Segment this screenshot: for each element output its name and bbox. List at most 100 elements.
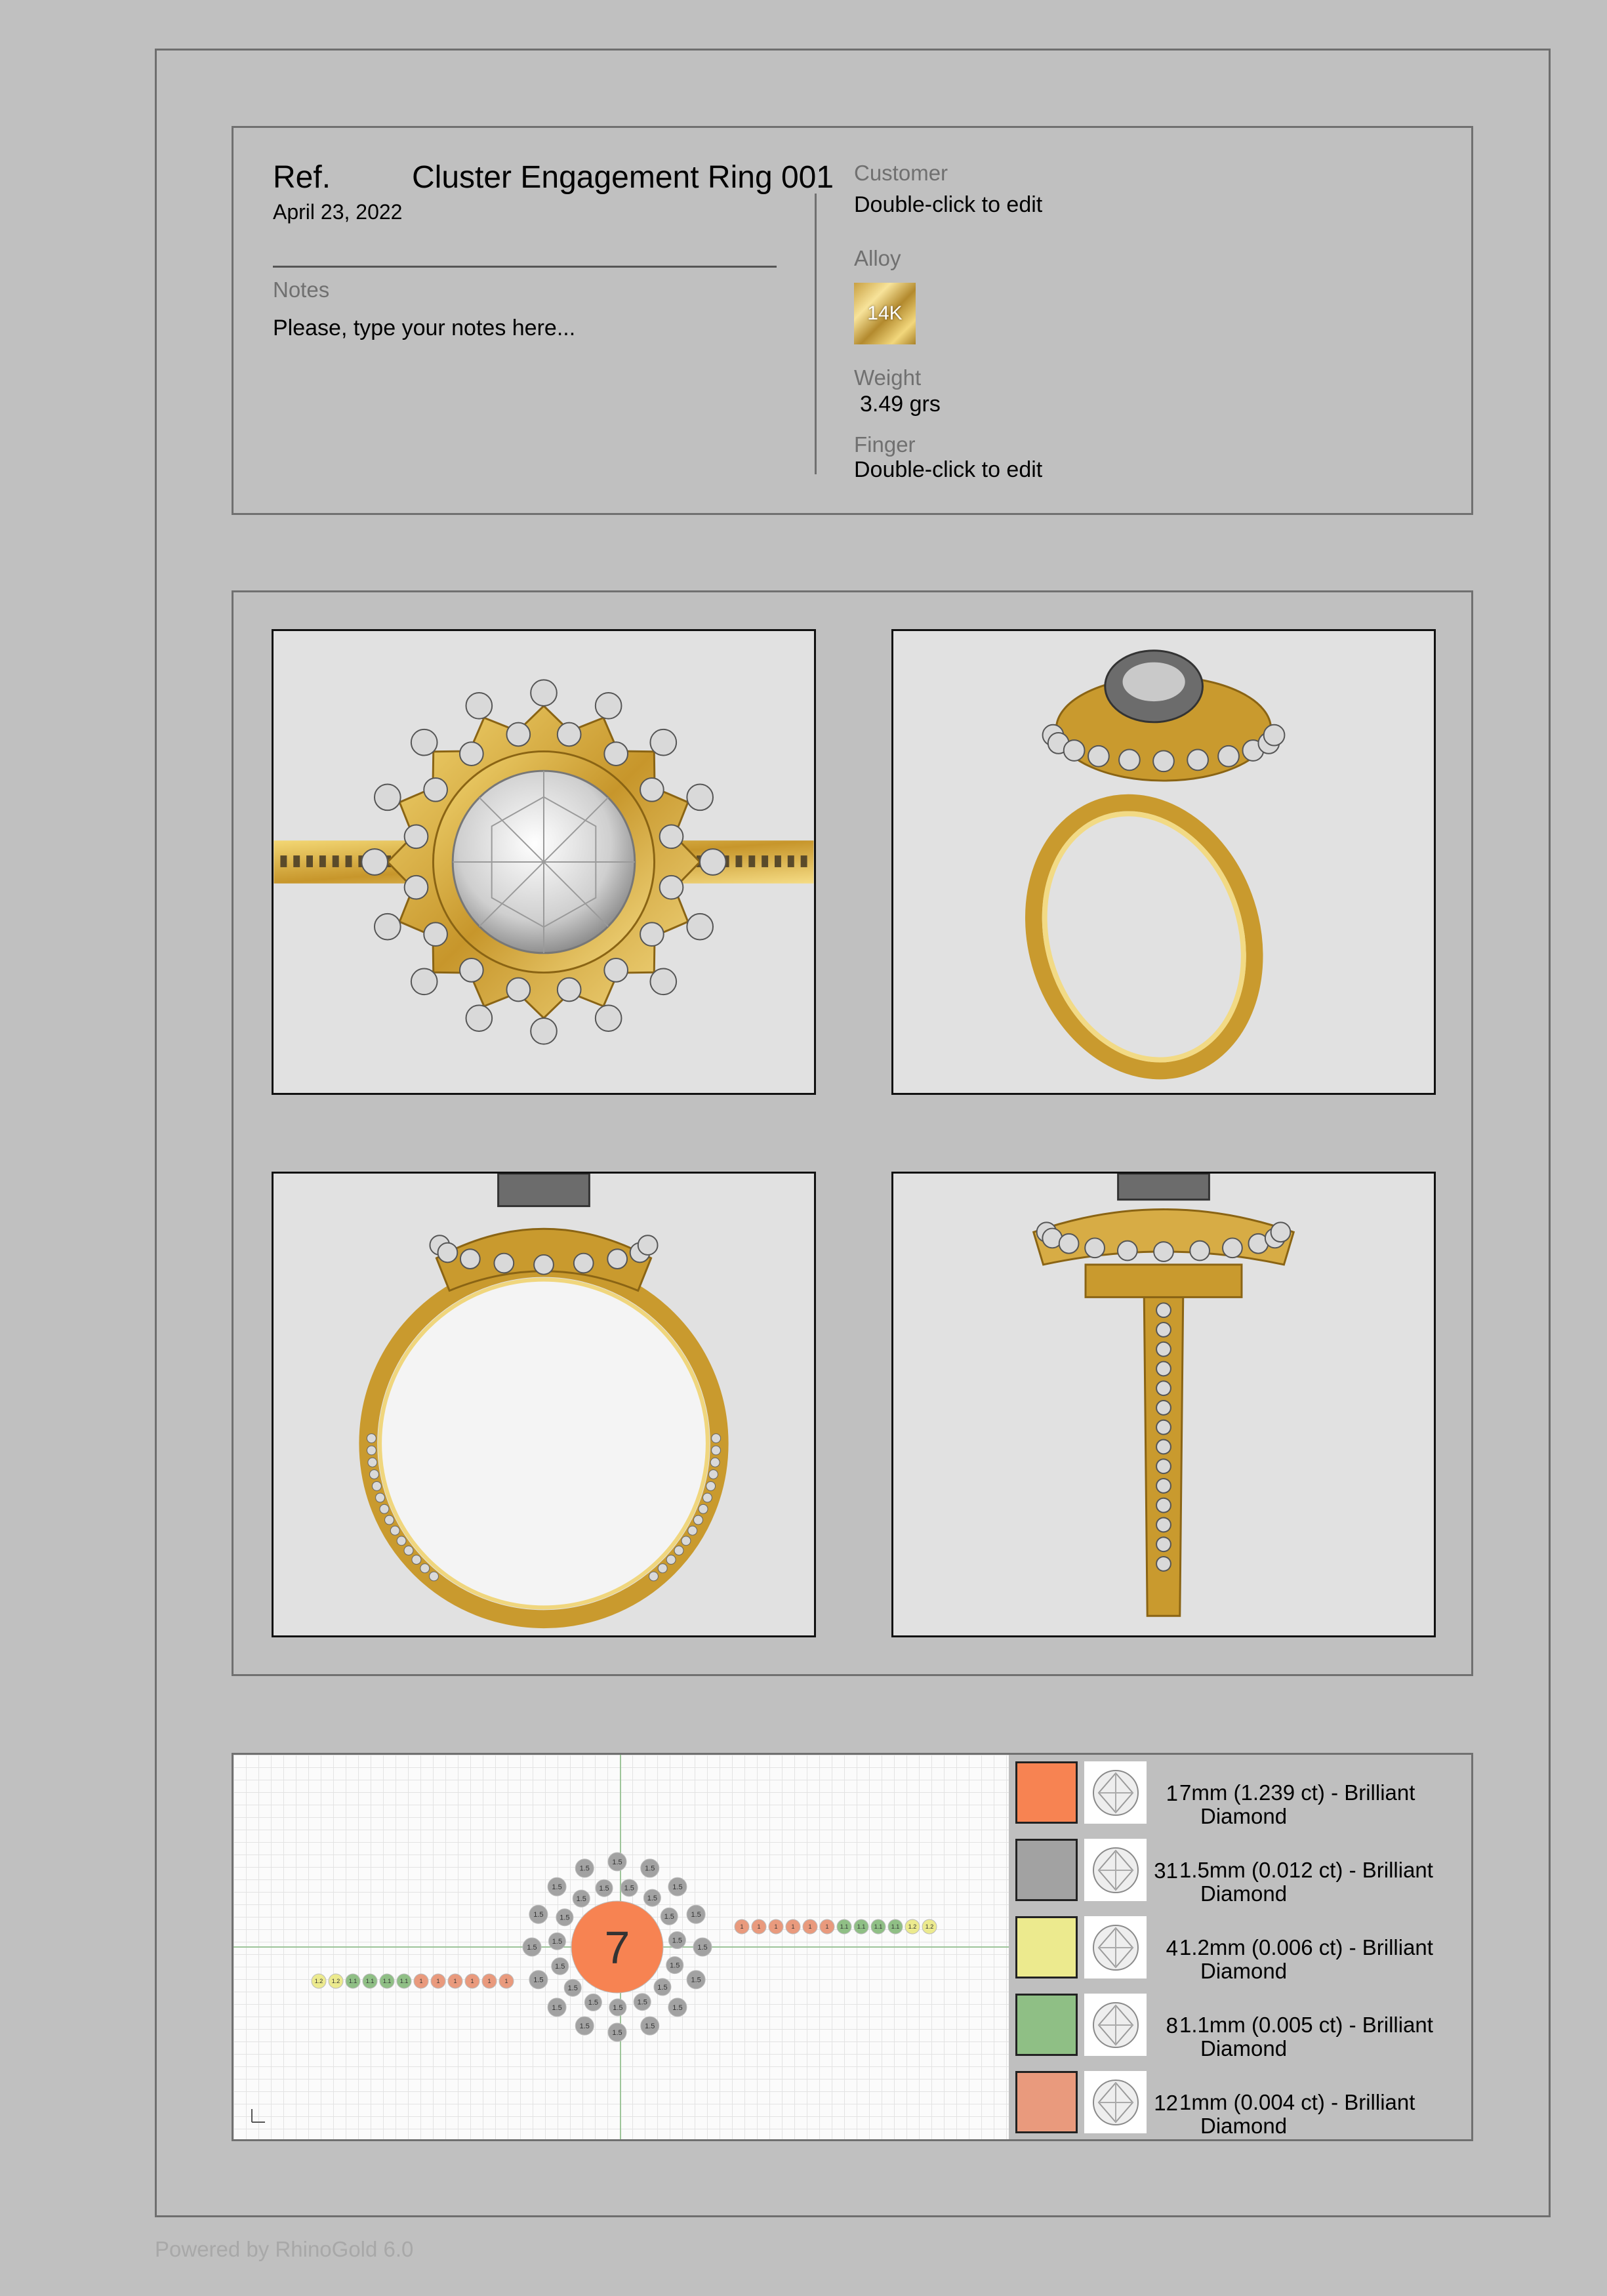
shank-stone: [375, 1492, 385, 1503]
halo-diamond: [506, 722, 531, 747]
halo-stone-label: 1.5: [552, 1883, 561, 1891]
halo-diamond: [594, 691, 622, 720]
shank-stone-label: 1.2: [926, 1923, 934, 1930]
ref-label: Ref.: [273, 160, 331, 195]
shank-stone: [681, 1536, 691, 1546]
footer: Powered by RhinoGold 6.0: [155, 2237, 414, 2261]
ring-title[interactable]: Cluster Engagement Ring 001: [412, 159, 834, 195]
stone-count: 31: [1154, 1858, 1178, 1883]
shank-stone: [366, 1433, 376, 1443]
halo-diamond: [410, 728, 438, 756]
halo-diamond: [493, 1252, 515, 1274]
stone-count: 12: [1154, 2091, 1178, 2115]
shank-stone-label: 1.1: [349, 1978, 357, 1984]
halo-diamond: [637, 1235, 659, 1256]
shank-stone: [390, 1525, 400, 1536]
halo-stone-label: 1.5: [577, 1895, 586, 1903]
shank-stone: [710, 1457, 720, 1467]
diamond-icon: [1084, 1916, 1147, 1978]
legend-row: 1 7mm (1.239 ct) - Brilliant Diamond: [1009, 1755, 1471, 1832]
shank-stone: [1156, 1341, 1171, 1357]
ring-top-view[interactable]: [272, 629, 816, 1095]
legend-row: 4 1.2mm (0.006 ct) - Brilliant Diamond: [1009, 1910, 1471, 1987]
halo-stone-label: 1.5: [664, 1913, 674, 1921]
halo-stone-label: 1.5: [552, 1938, 562, 1946]
halo-stone-label: 1.5: [672, 2004, 682, 2012]
shank-stone: [666, 1555, 676, 1565]
halo-stone-label: 1.5: [580, 1865, 590, 1873]
shank-stone: [708, 1469, 718, 1479]
stone-count: 1: [1166, 1781, 1178, 1805]
halo-stone-label: 1.5: [612, 2029, 622, 2037]
notes-field[interactable]: Please, type your notes here...: [273, 316, 575, 341]
halo-diamond: [403, 824, 429, 850]
ring-front-view[interactable]: [272, 1172, 816, 1637]
halo-diamond: [1187, 748, 1209, 771]
weight-label: Weight: [854, 365, 922, 390]
halo-stone-label: 1.5: [691, 1911, 701, 1919]
customer-label: Customer: [854, 161, 948, 185]
stone-legend: 1 7mm (1.239 ct) - Brilliant Diamond 31 1…: [1009, 1755, 1471, 2139]
shank-stone: [711, 1445, 721, 1456]
halo-diamond: [686, 912, 714, 941]
shank-stone: [687, 1525, 698, 1536]
ring-perspective-view[interactable]: [891, 629, 1436, 1095]
halo-stone-label: 1.5: [672, 1883, 682, 1891]
legend-row: 12 1mm (0.004 ct) - Brilliant Diamond: [1009, 2064, 1471, 2142]
shank-stone-label: 1: [791, 1923, 794, 1930]
halo-diamond: [1222, 1237, 1243, 1259]
shank-stone: [367, 1457, 378, 1467]
shank-stone: [1156, 1497, 1171, 1513]
shank-stone-label: 1: [504, 1978, 508, 1984]
halo-stone-label: 1.5: [568, 1984, 578, 1992]
halo-diamond: [530, 1017, 558, 1045]
halo-diamond: [465, 691, 493, 720]
finger-field[interactable]: Double-click to edit: [854, 457, 1042, 483]
shank-stone-label: 1.1: [366, 1978, 375, 1984]
stone-count: 4: [1166, 1936, 1178, 1960]
halo-stone-label: 1.5: [559, 1914, 569, 1922]
shank-stone: [674, 1546, 684, 1556]
shank-stone-label: 1.1: [857, 1923, 866, 1930]
halo-diamond: [459, 1248, 481, 1269]
legend-row: 8 1.1mm (0.005 ct) - Brilliant Diamond: [1009, 1987, 1471, 2064]
halo-diamond: [1270, 1221, 1292, 1243]
halo-stone-label: 1.5: [645, 1865, 655, 1873]
shank-stone-label: 1: [487, 1978, 491, 1984]
shank-stone: [319, 855, 326, 867]
halo-diamond: [1152, 750, 1175, 773]
shank-stone: [706, 1481, 716, 1491]
shank-stone-label: 1: [436, 1978, 439, 1984]
alloy-swatch[interactable]: 14K: [854, 283, 916, 344]
halo-diamond: [361, 848, 389, 876]
ring-side-view[interactable]: [891, 1172, 1436, 1637]
halo-stone-label: 1.5: [588, 1999, 598, 2007]
stone-layout-map[interactable]: 1.5 1.5 1.5 1.5 1.5 1.5 1.5 1.5 1.5 1.5 1.5 1.5 1.5 1…: [234, 1755, 1009, 2139]
shank-stone: [403, 1546, 414, 1556]
shank-stone: [735, 855, 742, 867]
stone-color-swatch: [1015, 1916, 1078, 1978]
halo-diamond: [640, 777, 664, 802]
shank-stone: [1156, 1536, 1171, 1553]
shank-stone: [1156, 1458, 1171, 1475]
halo-stone-label: 1.5: [533, 1911, 543, 1919]
halo-stone-label: 1.5: [552, 2004, 561, 2012]
customer-field[interactable]: Double-click to edit: [854, 192, 1042, 218]
stone-color-swatch: [1015, 1839, 1078, 1901]
shank-stone: [379, 1504, 390, 1514]
stone-description: 1.2mm (0.006 ct) - Brilliant Diamond: [1179, 1935, 1433, 1983]
shank-stone: [693, 1515, 703, 1525]
halo-stone-label: 1.5: [691, 1977, 701, 1984]
shank-stone: [1156, 1322, 1171, 1338]
stone-layout-panel: 1.5 1.5 1.5 1.5 1.5 1.5 1.5 1.5 1.5 1.5 1.5 1.5 1.5 1…: [232, 1753, 1473, 2141]
halo-stone-label: 1.5: [672, 1937, 682, 1944]
halo-stone-label: 1.5: [533, 1977, 543, 1984]
shank-stone: [800, 855, 807, 867]
diamond-icon: [1084, 1761, 1147, 1824]
stone-description: 1.5mm (0.012 ct) - Brilliant Diamond: [1179, 1858, 1433, 1906]
halo-diamond: [649, 728, 678, 756]
center-stone-label: 7: [605, 1922, 630, 1973]
halo-diamond: [423, 922, 448, 947]
shank-stone: [1156, 1400, 1171, 1416]
halo-stone-label: 1.5: [527, 1944, 537, 1952]
